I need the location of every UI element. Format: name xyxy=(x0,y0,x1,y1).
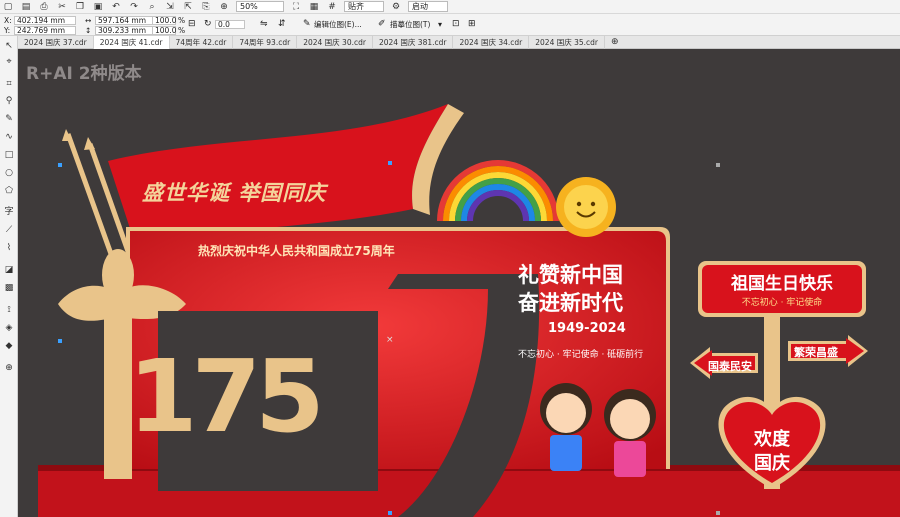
selection-handle[interactable] xyxy=(388,161,392,165)
years-text: 1949-2024 xyxy=(548,321,626,336)
x-label: X: xyxy=(4,16,12,25)
scale-x-unit: % xyxy=(178,16,186,25)
transparency-tool-icon[interactable]: ▩ xyxy=(2,282,16,294)
connector-tool-icon[interactable]: ⌇ xyxy=(2,242,16,254)
dropdown-icon[interactable]: ▾ xyxy=(438,20,442,29)
big-number: 175 xyxy=(128,338,325,455)
width-field[interactable]: 597.164 mm xyxy=(95,16,157,25)
copy-icon[interactable]: ❐ xyxy=(74,1,86,13)
rulers-icon[interactable]: ▦ xyxy=(308,1,320,13)
height-icon: ↕ xyxy=(85,26,92,35)
polygon-tool-icon[interactable]: ⬠ xyxy=(2,185,16,197)
motto-text: 不忘初心 · 牢记使命 · 砥砺前行 xyxy=(518,350,644,360)
width-icon: ↔ xyxy=(85,16,92,25)
crop-tool-icon[interactable]: ⌗ xyxy=(2,78,16,90)
x-field[interactable]: 402.194 mm xyxy=(14,16,76,25)
rotate-icon: ↻ xyxy=(204,19,212,29)
artistic-media-icon[interactable]: ∿ xyxy=(2,131,16,143)
lock-ratio-icon[interactable]: ⊟ xyxy=(188,20,196,29)
mirror-v-icon[interactable]: ⇵ xyxy=(278,20,286,29)
add-tool-icon[interactable]: ⊕ xyxy=(2,362,16,374)
scale-y-field[interactable]: 100.0 xyxy=(152,26,176,35)
edit-bitmap-button[interactable]: 编辑位图(E)... xyxy=(314,20,362,29)
heart-text-2: 国庆 xyxy=(754,453,790,474)
doc-tab[interactable]: 2024 国庆 34.cdr xyxy=(453,36,530,49)
new-tab-icon[interactable]: ⊕ xyxy=(605,36,625,49)
redo-icon[interactable]: ↷ xyxy=(128,1,140,13)
text-tool-icon[interactable]: 字 xyxy=(2,206,16,218)
praise-line-1: 礼赞新中国 xyxy=(518,263,623,287)
fullscreen-icon[interactable]: ⛶ xyxy=(290,1,302,13)
selection-handle[interactable] xyxy=(58,339,62,343)
paste-icon[interactable]: ▣ xyxy=(92,1,104,13)
center-mark-icon[interactable]: × xyxy=(386,335,394,345)
flag-slogan: 盛世华诞 举国同庆 xyxy=(142,181,327,205)
heart-text-1: 欢度 xyxy=(754,429,790,450)
open-file-icon[interactable]: ▢ xyxy=(2,1,14,13)
cut-icon[interactable]: ✂ xyxy=(56,1,68,13)
shape-tool-icon[interactable]: ⌖ xyxy=(2,56,16,68)
eyedropper-tool-icon[interactable]: ⟟ xyxy=(2,304,16,316)
trace-bitmap-icon: ✐ xyxy=(378,19,386,29)
angle-field[interactable]: 0.0 xyxy=(215,20,245,29)
trace-bitmap-button[interactable]: 描摹位图(T) xyxy=(390,20,430,29)
doc-tab[interactable]: 2024 国庆 30.cdr xyxy=(297,36,373,49)
selection-handle[interactable] xyxy=(716,163,720,167)
resample-icon[interactable]: ⊞ xyxy=(468,20,476,29)
standard-toolbar: ▢ ▤ ⎙ ✂ ❐ ▣ ↶ ↷ ⌕ ⇲ ⇱ ⎘ ⊕ 50% ⛶ ▦ # 贴齐 ⚙… xyxy=(0,0,900,14)
shadow-tool-icon[interactable]: ◪ xyxy=(2,264,16,276)
grid-icon[interactable]: # xyxy=(326,1,338,13)
doc-tab[interactable]: 74周年 93.cdr xyxy=(233,36,298,49)
arrow-right-text: 繁荣昌盛 xyxy=(794,346,838,359)
praise-line-2: 奋进新时代 xyxy=(518,291,623,315)
crop-bitmap-icon[interactable]: ⊡ xyxy=(452,20,460,29)
sign-sub-text: 不忘初心 · 牢记使命 xyxy=(741,298,823,308)
zoom-select[interactable]: 50% xyxy=(236,1,284,12)
launch-select[interactable]: 启动 xyxy=(408,1,448,12)
rectangle-tool-icon[interactable]: □ xyxy=(2,149,16,161)
height-field[interactable]: 309.233 mm xyxy=(95,26,157,35)
document-tabs: 2024 国庆 37.cdr 2024 国庆 41.cdr 74周年 42.cd… xyxy=(18,36,900,49)
doc-tab[interactable]: 2024 国庆 37.cdr xyxy=(18,36,94,49)
undo-icon[interactable]: ↶ xyxy=(110,1,122,13)
interactive-fill-icon[interactable]: ◈ xyxy=(2,322,16,334)
doc-tab[interactable]: 2024 国庆 35.cdr xyxy=(529,36,606,49)
coreldraw-window: ▢ ▤ ⎙ ✂ ❐ ▣ ↶ ↷ ⌕ ⇲ ⇱ ⎘ ⊕ 50% ⛶ ▦ # 贴齐 ⚙… xyxy=(0,0,900,517)
arrow-left-text: 国泰民安 xyxy=(708,360,752,373)
zoom-icon[interactable]: ⊕ xyxy=(218,1,230,13)
import-icon[interactable]: ⇲ xyxy=(164,1,176,13)
snap-select[interactable]: 贴齐 xyxy=(344,1,384,12)
edit-bitmap-icon: ✎ xyxy=(303,19,311,29)
zoom-tool-icon[interactable]: ⚲ xyxy=(2,95,16,107)
smart-fill-icon[interactable]: ◆ xyxy=(2,340,16,352)
freehand-tool-icon[interactable]: ✎ xyxy=(2,113,16,125)
property-bar: X: 402.194 mm Y: 242.769 mm ↔ 597.164 mm… xyxy=(0,14,900,36)
ellipse-tool-icon[interactable]: ○ xyxy=(2,167,16,179)
toolbox: ↖ ⌖ ⌗ ⚲ ✎ ∿ □ ○ ⬠ 字 ⟋ ⌇ ◪ ▩ ⟟ ◈ ◆ ⊕ xyxy=(0,36,18,517)
save-icon[interactable]: ▤ xyxy=(20,1,32,13)
selection-handle[interactable] xyxy=(388,511,392,515)
scale-y-unit: % xyxy=(178,26,186,35)
selection-handle[interactable] xyxy=(58,163,62,167)
dimension-tool-icon[interactable]: ⟋ xyxy=(2,224,16,236)
gear-icon[interactable]: ⚙ xyxy=(390,1,402,13)
pdf-icon[interactable]: ⎘ xyxy=(200,1,212,13)
doc-tab[interactable]: 74周年 42.cdr xyxy=(170,36,234,49)
drawing-canvas[interactable]: R+AI 2种版本 盛世华诞 举国同庆 热烈庆祝中华人民共和国成立75周年 17… xyxy=(18,49,900,517)
y-field[interactable]: 242.769 mm xyxy=(14,26,76,35)
pick-tool-icon[interactable]: ↖ xyxy=(2,40,16,52)
selection-handle[interactable] xyxy=(716,511,720,515)
sign-top-text: 祖国生日快乐 xyxy=(731,274,833,294)
print-icon[interactable]: ⎙ xyxy=(38,1,50,13)
doc-tab-active[interactable]: 2024 国庆 41.cdr xyxy=(93,36,170,49)
mirror-h-icon[interactable]: ⇋ xyxy=(260,20,268,29)
y-label: Y: xyxy=(4,26,11,35)
export-icon[interactable]: ⇱ xyxy=(182,1,194,13)
scale-x-field[interactable]: 100.0 xyxy=(152,16,176,25)
doc-tab[interactable]: 2024 国庆 381.cdr xyxy=(373,36,454,49)
search-icon[interactable]: ⌕ xyxy=(146,1,158,13)
watermark: R+AI 2种版本 xyxy=(26,64,142,84)
headline-text: 热烈庆祝中华人民共和国成立75周年 xyxy=(198,244,395,258)
